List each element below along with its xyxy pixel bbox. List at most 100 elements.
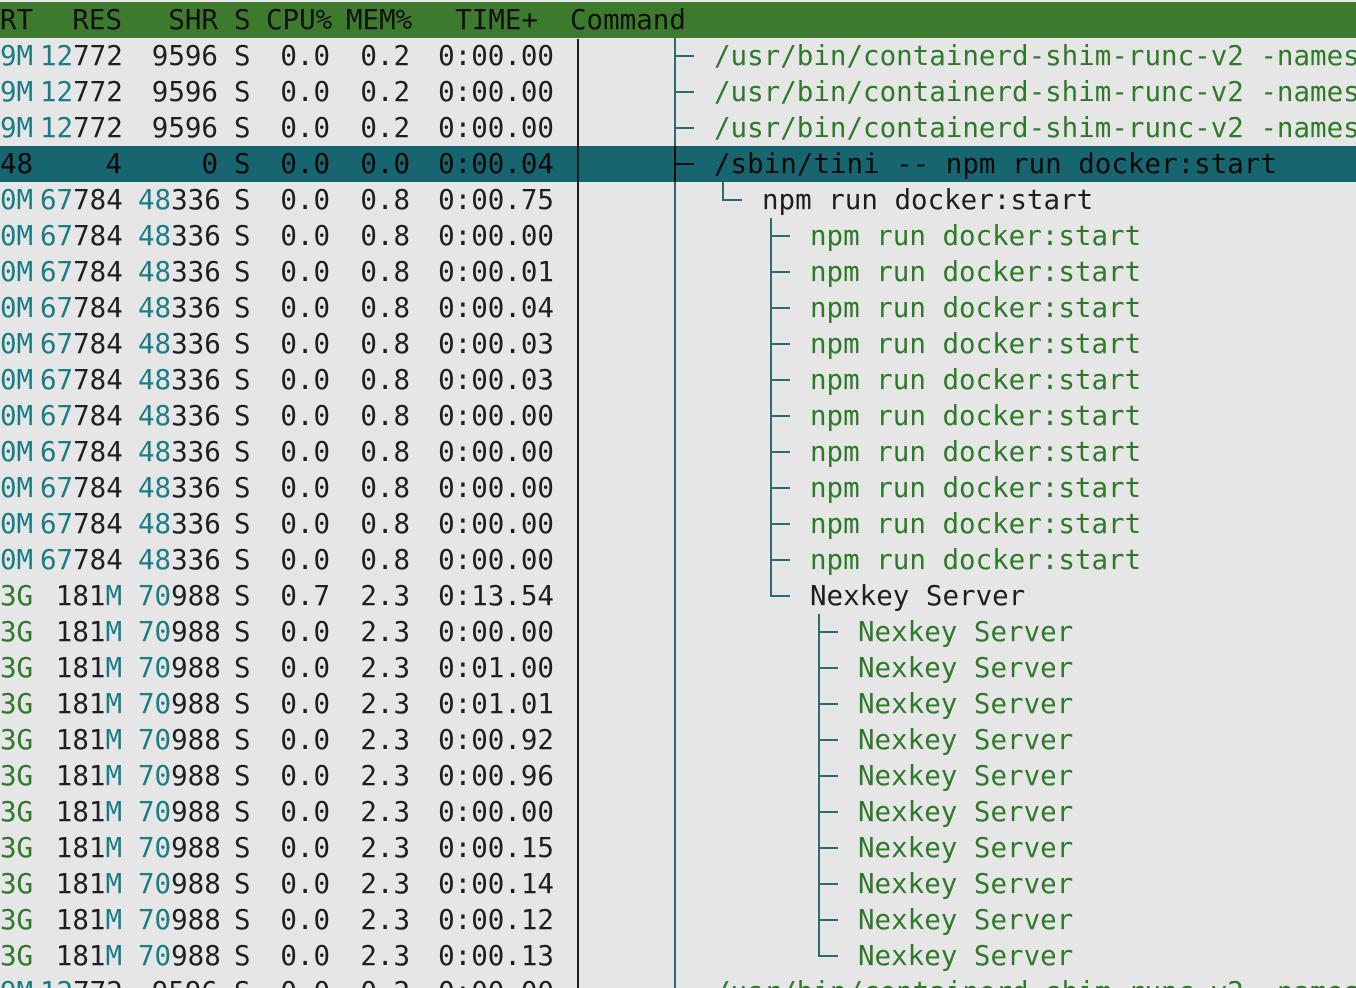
command-cell: npm run docker:start bbox=[810, 472, 1142, 504]
tree-guide bbox=[0, 938, 1356, 974]
process-row[interactable]: 3G 181M 70988 S 0.0 2.3 0:00.13 Nexkey Server bbox=[0, 938, 1356, 974]
process-row[interactable]: 0M 67784 48336 S 0.0 0.8 0:00.00 npm run docker… bbox=[0, 398, 1356, 434]
command-cell: npm run docker:start bbox=[810, 220, 1142, 252]
command-cell: Nexkey Server bbox=[858, 904, 1074, 936]
command-cell: Nexkey Server bbox=[858, 760, 1074, 792]
process-row[interactable]: 3G 181M 70988 S 0.0 2.3 0:00.00 Nexkey Server bbox=[0, 614, 1356, 650]
tree-vertical-line bbox=[674, 578, 676, 614]
command-cell: Nexkey Server bbox=[858, 940, 1074, 972]
tree-vertical-line bbox=[674, 686, 676, 722]
column-header-time[interactable]: TIME+ bbox=[442, 2, 538, 38]
command-cell: Nexkey Server bbox=[858, 616, 1074, 648]
process-row[interactable]: 9M127729596S0.00.20:00.00/usr/bin/contai… bbox=[0, 974, 1356, 988]
tree-branch-tick bbox=[770, 415, 790, 417]
process-row[interactable]: 0M 67784 48336 S 0.0 0.8 0:00.00 npm run docker… bbox=[0, 434, 1356, 470]
column-header-row: RT RES SHR S CPU% MEM% TIME+ Command bbox=[0, 2, 1356, 38]
process-row[interactable]: 0M 67784 48336 S 0.0 0.8 0:00.75 npm run docker… bbox=[0, 182, 1356, 218]
command-cell: npm run docker:start bbox=[810, 436, 1142, 468]
tree-guide bbox=[0, 470, 1356, 506]
tree-branch-tick bbox=[674, 55, 694, 57]
column-header-virt[interactable]: RT bbox=[0, 2, 33, 38]
tree-branch-tick bbox=[770, 307, 790, 309]
process-row[interactable]: 0M 67784 48336 S 0.0 0.8 0:00.03 npm run docker… bbox=[0, 326, 1356, 362]
process-row[interactable]: 0M 67784 48336 S 0.0 0.8 0:00.04 npm run docker… bbox=[0, 290, 1356, 326]
tree-vertical-line bbox=[674, 290, 676, 326]
tree-guide bbox=[0, 794, 1356, 830]
process-row[interactable]: 3G 181M 70988 S 0.0 2.3 0:00.12 Nexkey Server bbox=[0, 902, 1356, 938]
command-cell: /usr/bin/containerd-shim-runc-v2 -namesp bbox=[714, 76, 1356, 108]
tree-guide bbox=[0, 542, 1356, 578]
process-row[interactable]: 0M 67784 48336 S 0.0 0.8 0:00.00 npm run docker… bbox=[0, 470, 1356, 506]
command-cell: Nexkey Server bbox=[858, 724, 1074, 756]
command-cell: /usr/bin/containerd-shim-runc-v2 -namesp bbox=[714, 40, 1356, 72]
tree-vertical-line bbox=[674, 650, 676, 686]
column-header-res[interactable]: RES bbox=[60, 2, 122, 38]
tree-branch-tick bbox=[818, 631, 838, 633]
column-header-command[interactable]: Command bbox=[570, 2, 686, 38]
tree-guide bbox=[0, 722, 1356, 758]
process-row[interactable]: 0M 67784 48336 S 0.0 0.8 0:00.01 npm run docker… bbox=[0, 254, 1356, 290]
tree-guide bbox=[0, 362, 1356, 398]
process-row[interactable]: 9M127729596S0.00.20:00.00/usr/bin/contai… bbox=[0, 38, 1356, 74]
command-cell: Nexkey Server bbox=[858, 652, 1074, 684]
tree-vertical-line bbox=[674, 506, 676, 542]
tree-vertical-line bbox=[674, 470, 676, 506]
tree-vertical-line bbox=[674, 830, 676, 866]
tree-branch-line bbox=[770, 578, 772, 596]
tree-guide bbox=[0, 182, 1356, 218]
tree-branch-tick bbox=[818, 847, 838, 849]
command-cell: npm run docker:start bbox=[762, 184, 1094, 216]
tree-branch-tick bbox=[770, 235, 790, 237]
tree-guide bbox=[0, 866, 1356, 902]
process-row[interactable]: 0M 67784 48336 S 0.0 0.8 0:00.03 npm run docker… bbox=[0, 362, 1356, 398]
process-row[interactable]: 0M 67784 48336 S 0.0 0.8 0:00.00 npm run docker… bbox=[0, 218, 1356, 254]
process-row[interactable]: 3G 181M 70988 S 0.0 2.3 0:00.14 Nexkey Server bbox=[0, 866, 1356, 902]
column-header-mem[interactable]: MEM% bbox=[346, 2, 412, 38]
process-row[interactable]: 3G 181M 70988 S 0.0 2.3 0:00.00 Nexkey Server bbox=[0, 794, 1356, 830]
tree-branch-tick bbox=[770, 595, 790, 597]
tree-branch-tick bbox=[770, 523, 790, 525]
command-cell: Nexkey Server bbox=[858, 832, 1074, 864]
command-cell: Nexkey Server bbox=[858, 868, 1074, 900]
tree-guide bbox=[0, 686, 1356, 722]
command-cell: npm run docker:start bbox=[810, 400, 1142, 432]
tree-branch-tick bbox=[674, 163, 694, 165]
tree-branch-tick bbox=[818, 775, 838, 777]
process-row[interactable]: 3G 181M 70988 S 0.0 2.3 0:01.00 Nexkey Server bbox=[0, 650, 1356, 686]
tree-guide bbox=[0, 290, 1356, 326]
tree-branch-tick bbox=[770, 487, 790, 489]
process-row[interactable]: 0M 67784 48336 S 0.0 0.8 0:00.00 npm run docker… bbox=[0, 542, 1356, 578]
command-cell: /sbin/tini -- npm run docker:start bbox=[714, 148, 1277, 180]
tree-branch-tick bbox=[770, 451, 790, 453]
tree-guide bbox=[0, 758, 1356, 794]
tree-branch-tick bbox=[818, 955, 838, 957]
process-row[interactable]: 3G 181M 70988 S 0.0 2.3 0:00.96 Nexkey Server bbox=[0, 758, 1356, 794]
tree-vertical-line bbox=[674, 254, 676, 290]
process-row[interactable]: 3G 181M 70988 S 0.0 2.3 0:01.01 Nexkey Server bbox=[0, 686, 1356, 722]
command-cell: Nexkey Server bbox=[810, 580, 1026, 612]
tree-branch-tick bbox=[818, 739, 838, 741]
column-header-shr[interactable]: SHR bbox=[138, 2, 218, 38]
process-row[interactable]: 9M127729596S0.00.20:00.00/usr/bin/contai… bbox=[0, 110, 1356, 146]
column-header-cpu[interactable]: CPU% bbox=[266, 2, 332, 38]
tree-vertical-line bbox=[674, 182, 676, 218]
process-row[interactable]: 0M 67784 48336 S 0.0 0.8 0:00.00 npm run docker… bbox=[0, 506, 1356, 542]
process-row[interactable]: 3G 181M 70988 S 0.7 2.3 0:13.54 Nexkey Server bbox=[0, 578, 1356, 614]
tree-vertical-line bbox=[674, 902, 676, 938]
process-row-selected[interactable]: 48 4 0 S 0.0 0.0 0:00.04/sbin/tini -- npm run … bbox=[0, 146, 1356, 182]
tree-vertical-line bbox=[674, 326, 676, 362]
tree-branch-tick bbox=[770, 559, 790, 561]
command-cell: /usr/bin/containerd-shim-runc-v2 -namesp bbox=[714, 112, 1356, 144]
tree-vertical-line bbox=[674, 722, 676, 758]
process-row[interactable]: 9M127729596S0.00.20:00.00/usr/bin/contai… bbox=[0, 74, 1356, 110]
tree-branch-tick bbox=[818, 883, 838, 885]
column-divider bbox=[577, 39, 579, 988]
process-row[interactable]: 3G 181M 70988 S 0.0 2.3 0:00.92 Nexkey Server bbox=[0, 722, 1356, 758]
tree-guide bbox=[0, 326, 1356, 362]
process-row[interactable]: 3G 181M 70988 S 0.0 2.3 0:00.15 Nexkey Server bbox=[0, 830, 1356, 866]
command-cell: npm run docker:start bbox=[810, 328, 1142, 360]
tree-branch-tick bbox=[770, 343, 790, 345]
tree-branch-line bbox=[674, 974, 676, 988]
column-header-state[interactable]: S bbox=[234, 2, 251, 38]
tree-vertical-line bbox=[674, 866, 676, 902]
